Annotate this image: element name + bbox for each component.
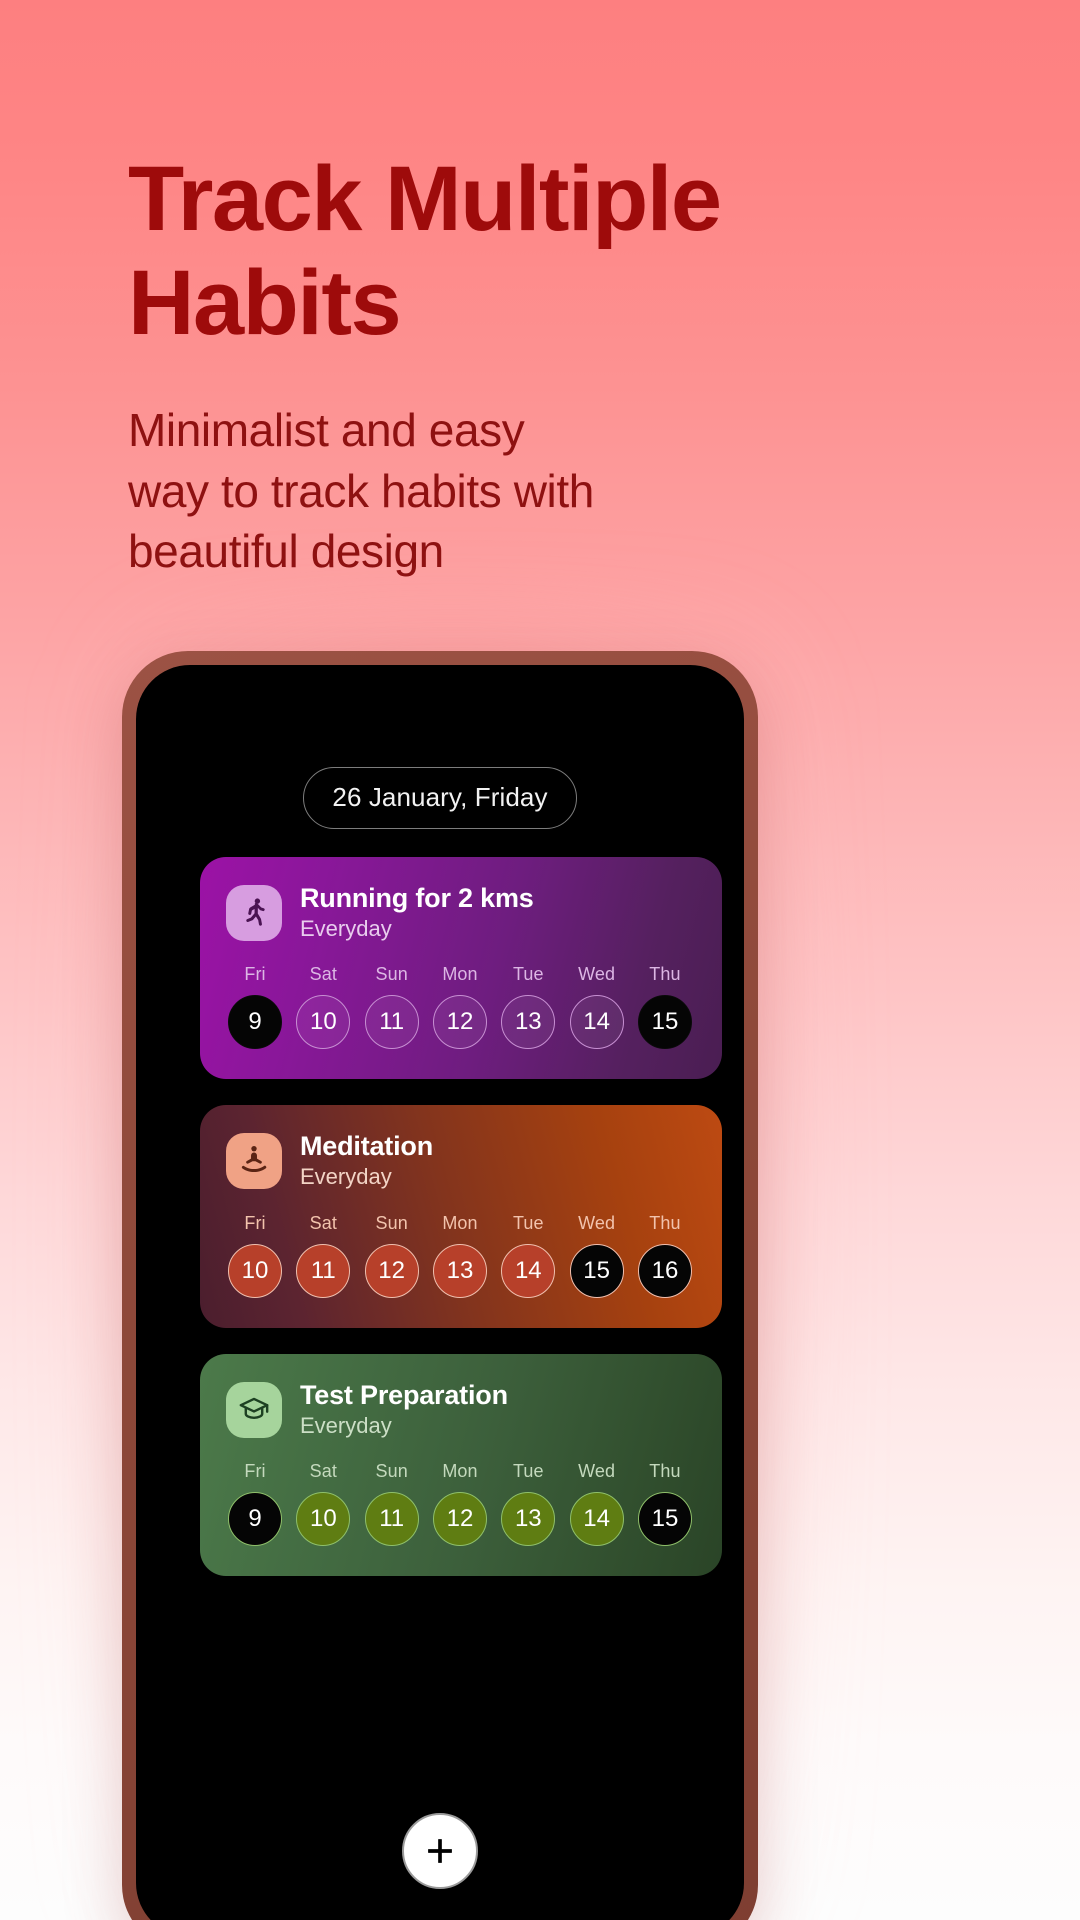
day-cell[interactable]: Thu 15	[637, 964, 692, 1050]
running-icon	[226, 884, 282, 941]
habit-card-list: Running for 2 kms Everyday Fri 9 Sat 10	[200, 857, 722, 1602]
day-marker[interactable]: 9	[228, 1492, 282, 1547]
day-marker[interactable]: 13	[501, 1492, 556, 1547]
day-label: Fri	[244, 1212, 266, 1233]
day-cell[interactable]: Fri 10	[228, 1213, 282, 1298]
habit-card-header: Test Preparation Everyday	[226, 1380, 696, 1439]
add-habit-row	[136, 1813, 744, 1889]
day-cell[interactable]: Fri 9	[228, 964, 282, 1050]
date-selector-pill[interactable]: 26 January, Friday	[303, 767, 577, 829]
habit-week-strip: Fri 10 Sat 11 Sun 12 Mon 13 Tue 14 Wed 1…	[226, 1213, 696, 1298]
day-label: Wed	[578, 1212, 616, 1233]
day-label: Tue	[512, 1212, 544, 1233]
day-marker[interactable]: 13	[501, 995, 556, 1050]
day-cell[interactable]: Sun 12	[364, 1212, 419, 1298]
phone-mockup: 26 January, Friday Running for 2 kms Eve…	[122, 651, 758, 1920]
day-marker[interactable]: 14	[569, 995, 624, 1050]
day-label: Mon	[442, 964, 478, 985]
habit-card-titles: Meditation Everyday	[300, 1131, 433, 1190]
day-label: Wed	[578, 964, 616, 985]
day-marker[interactable]: 13	[432, 1243, 487, 1298]
day-cell[interactable]: Tue 13	[501, 964, 556, 1050]
habit-frequency: Everyday	[300, 916, 392, 942]
day-cell[interactable]: Wed 14	[569, 964, 624, 1050]
day-marker[interactable]: 15	[569, 1243, 624, 1298]
habit-card-titles: Running for 2 kms Everyday	[300, 883, 534, 942]
day-cell[interactable]: Mon 12	[432, 964, 487, 1050]
day-cell[interactable]: Mon 13	[432, 1212, 487, 1298]
plus-icon	[428, 1839, 452, 1863]
day-label: Sat	[309, 964, 337, 985]
day-cell[interactable]: Sat 11	[296, 1212, 351, 1298]
page-subtitle: Minimalist and easy way to track habits …	[128, 403, 594, 578]
day-marker[interactable]: 15	[637, 995, 692, 1050]
day-cell[interactable]: Sun 11	[364, 1461, 419, 1547]
habit-card[interactable]: Test Preparation Everyday Fri 9 Sat 10 S…	[200, 1353, 722, 1577]
day-cell[interactable]: Thu 15	[637, 1461, 692, 1547]
day-label: Wed	[578, 1461, 616, 1482]
day-label: Mon	[442, 1461, 478, 1482]
habit-card-titles: Test Preparation Everyday	[300, 1380, 508, 1439]
day-label: Tue	[512, 1461, 544, 1482]
habit-card[interactable]: Running for 2 kms Everyday Fri 9 Sat 10	[200, 857, 722, 1080]
day-label: Fri	[244, 964, 266, 985]
habit-card-header: Running for 2 kms Everyday	[226, 883, 696, 942]
phone-screen: 26 January, Friday Running for 2 kms Eve…	[136, 665, 744, 1920]
day-marker[interactable]: 14	[569, 1492, 624, 1547]
graduation-cap-icon	[226, 1381, 282, 1438]
day-label: Sun	[375, 964, 408, 985]
day-marker[interactable]: 12	[364, 1243, 419, 1298]
day-cell[interactable]: Tue 13	[501, 1461, 556, 1547]
day-marker[interactable]: 14	[501, 1243, 556, 1298]
habit-title: Running for 2 kms	[300, 883, 534, 913]
day-cell[interactable]: Fri 9	[228, 1461, 282, 1547]
day-cell[interactable]: Sun 11	[364, 964, 419, 1050]
day-marker[interactable]: 12	[432, 1492, 487, 1547]
day-label: Thu	[649, 1212, 681, 1233]
day-label: Sun	[375, 1461, 408, 1482]
day-marker[interactable]: 16	[637, 1243, 692, 1298]
page-title: Track Multiple Habits	[128, 148, 722, 354]
habit-title: Test Preparation	[300, 1379, 508, 1410]
day-label: Fri	[244, 1461, 266, 1482]
day-cell[interactable]: Tue 14	[501, 1212, 556, 1298]
day-label: Sat	[309, 1461, 337, 1482]
day-cell[interactable]: Sat 10	[296, 964, 351, 1050]
habit-week-strip: Fri 9 Sat 10 Sun 11 Mon 12 Tue 13 Wed 14…	[226, 964, 696, 1050]
day-marker[interactable]: 12	[432, 995, 487, 1050]
hero-copy: Track Multiple Habits Minimalist and eas…	[128, 148, 888, 582]
meditation-icon	[226, 1133, 282, 1190]
promo-screenshot: Track Multiple Habits Minimalist and eas…	[0, 0, 1080, 1920]
day-marker[interactable]: 11	[296, 1243, 351, 1298]
day-label: Tue	[512, 964, 544, 985]
day-label: Thu	[649, 1461, 681, 1482]
habit-week-strip: Fri 9 Sat 10 Sun 11 Mon 12 Tue 13 Wed 14…	[226, 1461, 696, 1547]
habit-frequency: Everyday	[300, 1164, 392, 1190]
day-label: Sat	[309, 1212, 337, 1233]
day-cell[interactable]: Wed 14	[569, 1461, 624, 1547]
add-habit-button[interactable]	[402, 1813, 478, 1889]
day-label: Sun	[375, 1212, 408, 1233]
day-marker[interactable]: 10	[228, 1243, 282, 1298]
day-marker[interactable]: 11	[364, 1492, 419, 1547]
day-marker[interactable]: 10	[296, 995, 351, 1050]
day-label: Thu	[649, 964, 681, 985]
date-pill-row: 26 January, Friday	[136, 767, 744, 829]
habit-card[interactable]: Meditation Everyday Fri 10 Sat 11 Sun 12…	[200, 1105, 722, 1328]
day-cell[interactable]: Thu 16	[637, 1212, 692, 1298]
habit-frequency: Everyday	[300, 1412, 392, 1438]
day-marker[interactable]: 10	[296, 1492, 351, 1547]
day-label: Mon	[442, 1212, 478, 1233]
day-marker[interactable]: 15	[637, 1492, 692, 1547]
day-cell[interactable]: Wed 15	[569, 1212, 624, 1298]
day-marker[interactable]: 9	[228, 995, 282, 1050]
habit-title: Meditation	[300, 1131, 433, 1162]
day-cell[interactable]: Sat 10	[296, 1461, 351, 1547]
day-cell[interactable]: Mon 12	[432, 1461, 487, 1547]
day-marker[interactable]: 11	[364, 995, 419, 1050]
habit-card-header: Meditation Everyday	[226, 1131, 696, 1190]
